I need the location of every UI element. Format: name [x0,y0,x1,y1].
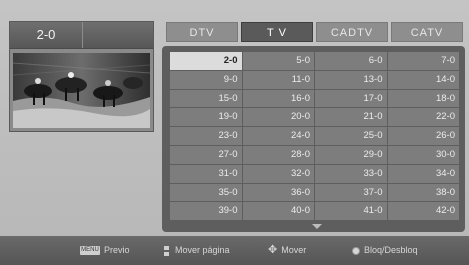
channel-grid: 2-0 5-0 6-0 7-0 9-0 11-0 13-0 14-0 15-0 16-0 17-0 1… [170,52,459,222]
channel-cell[interactable]: 9-0 [170,70,242,89]
tab-catv[interactable]: CATV [391,22,463,42]
current-channel-panel: 2-0 [9,21,154,132]
current-channel-number: 2-0 [10,22,83,48]
channel-cell[interactable]: 6-0 [315,52,387,70]
channel-cell[interactable]: 30-0 [387,145,459,164]
channel-cell[interactable]: 18-0 [387,89,459,108]
source-tabs: DTV T V CADTV CATV [166,22,463,42]
channel-cell[interactable]: 22-0 [387,108,459,127]
hint-lock: Bloq/Desbloq [352,236,418,265]
channel-cell[interactable]: 27-0 [170,145,242,164]
tab-dtv[interactable]: DTV [166,22,238,42]
channel-cell[interactable]: 34-0 [387,164,459,183]
channel-cell[interactable]: 13-0 [315,70,387,89]
channel-cell[interactable]: 14-0 [387,70,459,89]
channel-cell[interactable]: 23-0 [170,127,242,145]
channel-cell[interactable]: 26-0 [387,127,459,145]
channel-cell[interactable]: 32-0 [242,164,314,183]
hint-page-label: Mover página [175,245,230,255]
channel-cell[interactable]: 39-0 [170,202,242,221]
current-channel-header: 2-0 [10,22,153,49]
channel-cell[interactable]: 20-0 [242,108,314,127]
hint-page: Mover página [162,236,230,265]
hint-previous: MENU Previo [80,236,130,265]
channel-cell[interactable]: 31-0 [170,164,242,183]
channel-cell[interactable]: 17-0 [315,89,387,108]
channel-cell[interactable]: 29-0 [315,145,387,164]
tab-cadtv[interactable]: CADTV [316,22,388,42]
channel-cell[interactable]: 11-0 [242,70,314,89]
help-bar: MENU Previo Mover página ✥ Mover Bloq/Desb… [0,236,469,265]
scroll-down-icon[interactable] [312,224,322,229]
four-way-arrow-icon: ✥ [268,244,278,257]
channel-grid-panel: 2-0 5-0 6-0 7-0 9-0 11-0 13-0 14-0 15-0 16-0 17-0 1… [162,46,465,232]
channel-cell[interactable]: 15-0 [170,89,242,108]
hint-lock-label: Bloq/Desbloq [364,245,418,255]
channel-cell[interactable]: 28-0 [242,145,314,164]
hint-previous-label: Previo [104,245,130,255]
channel-cell[interactable]: 42-0 [387,202,459,221]
horse-race-preview-image [13,53,150,128]
channel-cell[interactable]: 16-0 [242,89,314,108]
ok-button-icon [352,246,360,255]
tab-tv[interactable]: T V [241,22,313,42]
page-updown-icon [162,245,171,256]
hint-move-label: Mover [281,245,307,255]
channel-cell[interactable]: 25-0 [315,127,387,145]
channel-cell[interactable]: 7-0 [387,52,459,70]
channel-list-screen: 2-0 DTV T V CADTV CATV 2-0 5-0 6-0 7-0 9… [0,0,469,265]
channel-cell[interactable]: 5-0 [242,52,314,70]
channel-cell[interactable]: 19-0 [170,108,242,127]
channel-cell[interactable]: 35-0 [170,183,242,202]
channel-cell[interactable]: 38-0 [387,183,459,202]
channel-cell[interactable]: 33-0 [315,164,387,183]
channel-cell[interactable]: 2-0 [170,52,242,70]
channel-cell[interactable]: 41-0 [315,202,387,221]
menu-key-icon: MENU [80,246,100,256]
hint-move: ✥ Mover [268,236,306,265]
channel-cell[interactable]: 21-0 [315,108,387,127]
channel-cell[interactable]: 40-0 [242,202,314,221]
channel-cell[interactable]: 36-0 [242,183,314,202]
channel-cell[interactable]: 37-0 [315,183,387,202]
channel-cell[interactable]: 24-0 [242,127,314,145]
channel-preview-image [13,53,150,128]
